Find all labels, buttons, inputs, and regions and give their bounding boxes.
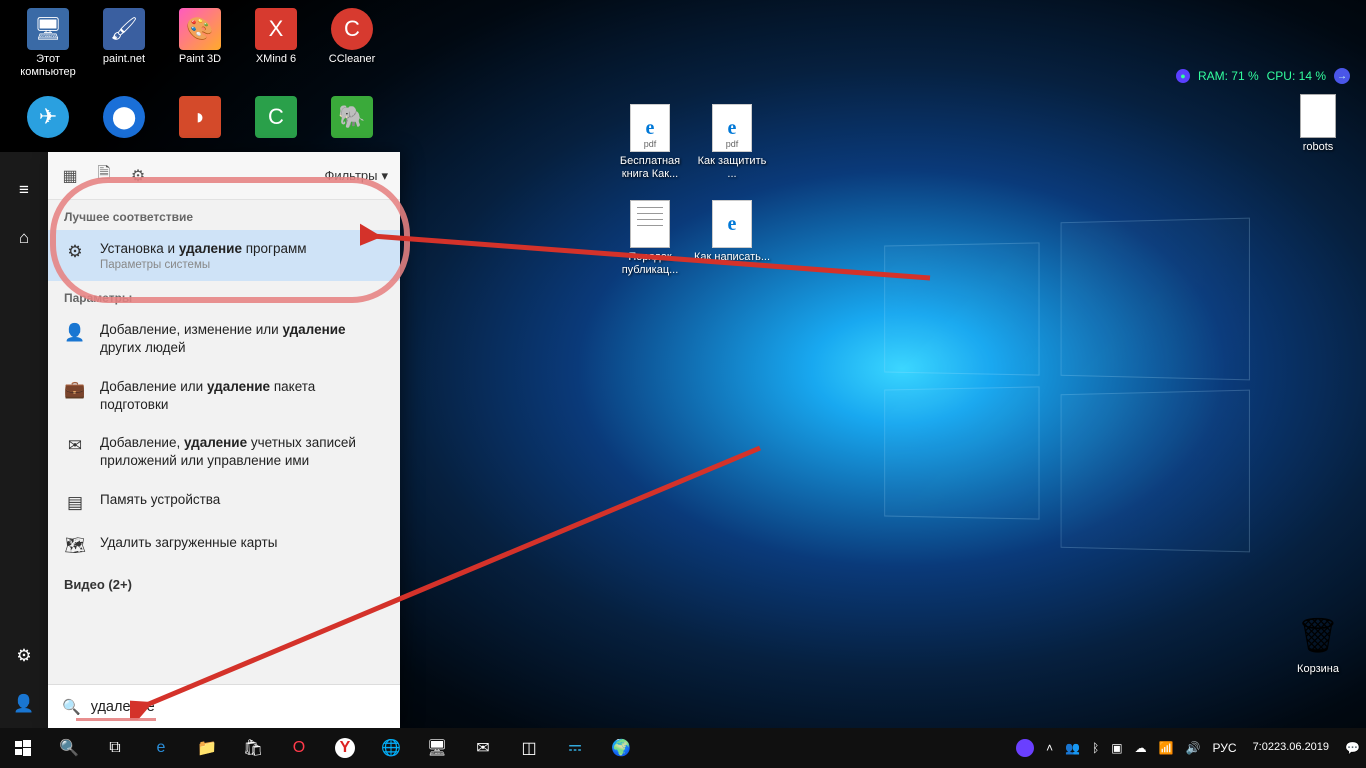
desktop-icon-app-red[interactable]: ◗ [162, 96, 238, 138]
gear-icon: ⚙ [64, 241, 86, 263]
desktop-file-doc-2[interactable]: eКак написать... [694, 200, 770, 264]
taskbar-edge[interactable]: e [138, 728, 184, 768]
tray-alice[interactable] [1010, 728, 1040, 768]
search-icon: 🔍 [62, 698, 81, 716]
tray-people-icon[interactable]: 👥 [1059, 728, 1086, 768]
briefcase-icon: 💼 [64, 379, 86, 401]
desktop-file-epdf-1[interactable]: epdfБесплатная книга Как... [612, 104, 688, 180]
videos-header: Видео (2+) [48, 567, 400, 602]
widget-arrow-icon: → [1334, 68, 1350, 84]
storage-icon: ▤ [64, 492, 86, 514]
start-rail: ≡ ⌂ ⚙ 👤 [0, 152, 48, 728]
params-header: Параметры [48, 281, 400, 311]
desktop-icon-camtasia[interactable]: C [238, 96, 314, 138]
search-top-bar: ▦ 🗎 ⚙ Фильтры▾ [48, 152, 400, 200]
chevron-down-icon: ▾ [381, 168, 388, 184]
taskbar-opera[interactable]: O [276, 728, 322, 768]
system-tray: ˄ 👥 ᛒ ▣ ☁ 📶 🔊 РУС 7:0223.06.2019 💬 [1010, 728, 1366, 768]
result-provisioning[interactable]: 💼 Добавление или удаление пакета подгото… [48, 368, 400, 424]
desktop-file-robots[interactable]: robots [1280, 94, 1356, 154]
rail-user-button[interactable]: 👤 [0, 680, 48, 728]
taskbar-app1[interactable]: 🖥 [414, 728, 460, 768]
tray-wifi-icon[interactable]: 📶 [1153, 728, 1180, 768]
taskbar-app2[interactable]: ◫ [506, 728, 552, 768]
start-search-panel: ▦ 🗎 ⚙ Фильтры▾ Лучшее соответствие ⚙ Уст… [48, 152, 400, 728]
filters-dropdown[interactable]: Фильтры▾ [324, 168, 388, 184]
desktop-icon-evernote[interactable]: 🐘 [314, 96, 390, 138]
desktop-recycle-bin[interactable]: 🗑Корзина [1280, 612, 1356, 676]
taskbar-yandex[interactable]: Y [322, 728, 368, 768]
start-button[interactable] [0, 728, 46, 768]
search-input[interactable] [91, 699, 386, 715]
task-view-button[interactable]: ⧉ [92, 728, 138, 768]
tray-language[interactable]: РУС [1207, 728, 1243, 768]
tray-app-icon[interactable]: ▣ [1105, 728, 1128, 768]
person-icon: 👤 [64, 322, 86, 344]
tray-bt-icon[interactable]: ᛒ [1086, 728, 1105, 768]
best-match-header: Лучшее соответствие [48, 200, 400, 230]
taskbar-store[interactable]: 🛍 [230, 728, 276, 768]
desktop-icon-telegram[interactable]: ✈ [10, 96, 86, 138]
desktop-file-epdf-2[interactable]: epdfКак защитить ... [694, 104, 770, 180]
tray-volume-icon[interactable]: 🔊 [1180, 728, 1207, 768]
windows-logo-wallpaper [880, 220, 1250, 530]
desktop-icon-ccleaner[interactable]: CCCleaner [314, 8, 390, 66]
taskbar-app4[interactable]: 🌍 [598, 728, 644, 768]
map-icon: 🗺 [64, 535, 86, 557]
result-maps[interactable]: 🗺 Удалить загруженные карты [48, 524, 400, 567]
filter-apps-icon[interactable]: ▦ [60, 166, 80, 186]
result-storage[interactable]: ▤ Память устройства [48, 481, 400, 524]
filter-settings-icon[interactable]: ⚙ [128, 166, 148, 186]
result-email-accounts[interactable]: ✉ Добавление, удаление учетных записей п… [48, 424, 400, 480]
tray-onedrive-icon[interactable]: ☁ [1129, 728, 1153, 768]
taskbar-mail[interactable]: ✉ [460, 728, 506, 768]
desktop: 🖥Этот компьютер 🖌paint.net 🎨Paint 3D XXM… [0, 0, 1366, 768]
desktop-icon-paint3d[interactable]: 🎨Paint 3D [162, 8, 238, 66]
perf-widget[interactable]: ● RAM: 71 % CPU: 14 % → [1176, 68, 1350, 84]
desktop-file-doc-1[interactable]: Порядок публикац... [612, 200, 688, 276]
desktop-icon-xmind[interactable]: XXMind 6 [238, 8, 314, 66]
tray-clock[interactable]: 7:0223.06.2019 [1243, 728, 1339, 768]
result-title: Установка и удаление программ [100, 240, 384, 258]
tray-notifications-icon[interactable]: 💬 [1339, 728, 1366, 768]
desktop-icon-this-pc[interactable]: 🖥Этот компьютер [10, 8, 86, 78]
filter-docs-icon[interactable]: 🗎 [94, 166, 114, 186]
desktop-icon-paintnet[interactable]: 🖌paint.net [86, 8, 162, 66]
search-input-row: 🔍 [48, 684, 400, 728]
rail-home-button[interactable]: ⌂ [0, 214, 48, 262]
result-other-users[interactable]: 👤 Добавление, изменение или удаление дру… [48, 311, 400, 367]
desktop-icon-app-blue[interactable]: ⬤ [86, 96, 162, 138]
tray-chevron-up-icon[interactable]: ˄ [1040, 728, 1059, 768]
mail-icon: ✉ [64, 435, 86, 457]
taskbar-search-button[interactable]: 🔍 [46, 728, 92, 768]
taskbar-chrome[interactable]: 🌐 [368, 728, 414, 768]
result-apps-features[interactable]: ⚙ Установка и удаление программ Параметр… [48, 230, 400, 281]
taskbar-explorer[interactable]: 📁 [184, 728, 230, 768]
rail-menu-button[interactable]: ≡ [0, 166, 48, 214]
taskbar: 🔍 ⧉ e 📁 🛍 O Y 🌐 🖥 ✉ ◫ 𝌁 🌍 ˄ 👥 ᛒ ▣ ☁ 📶 🔊 … [0, 728, 1366, 768]
rail-settings-button[interactable]: ⚙ [0, 632, 48, 680]
widget-dot-icon: ● [1176, 69, 1190, 83]
taskbar-app3[interactable]: 𝌁 [552, 728, 598, 768]
